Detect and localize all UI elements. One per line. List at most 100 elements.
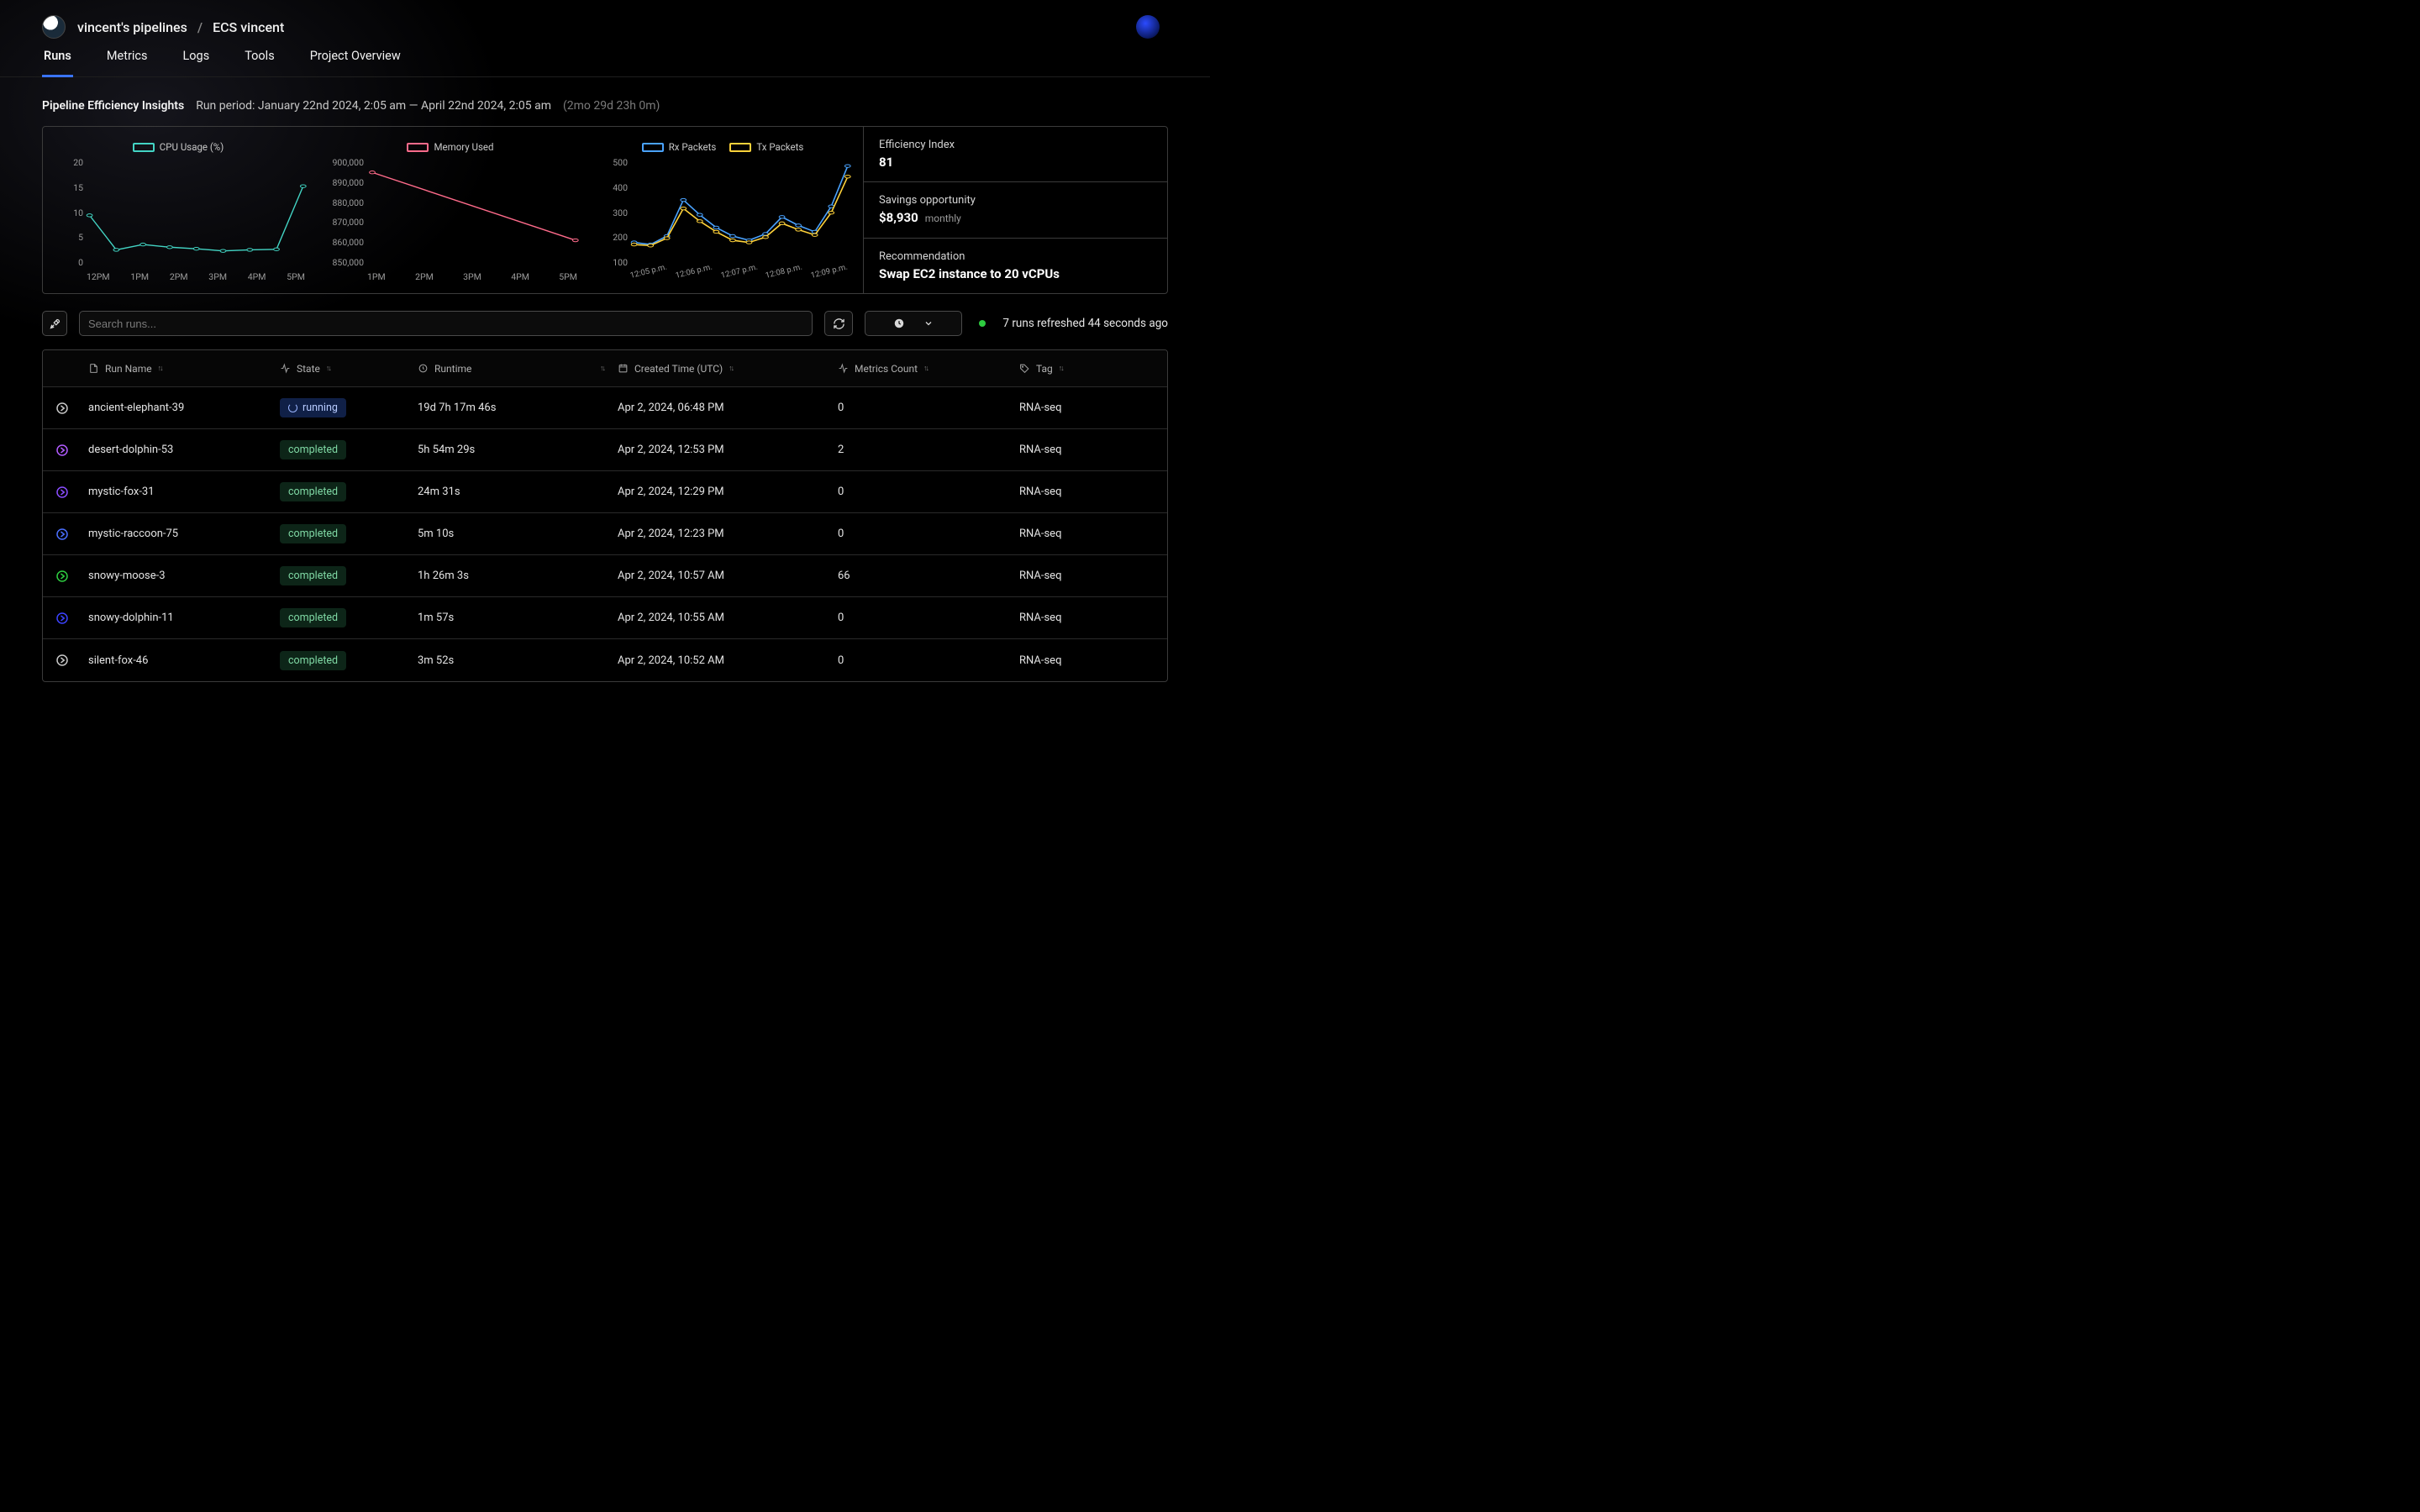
sort-icon: ↑↓ [600,364,604,373]
run-tag: RNA-seq [1019,444,1157,456]
table-row[interactable]: mystic-raccoon-75completed5m 10sApr 2, 2… [43,513,1167,555]
kpi-recommendation: Recommendation Swap EC2 instance to 20 v… [864,239,1167,293]
col-metrics[interactable]: Metrics Count↑↓ [838,363,1019,375]
run-metrics: 0 [838,654,1019,667]
status-badge: running [280,398,346,417]
tab-project-overview[interactable]: Project Overview [308,49,402,76]
run-name[interactable]: snowy-dolphin-11 [88,612,280,624]
wrench-icon [49,318,61,330]
legend-item: CPU Usage (%) [133,141,224,153]
kpi-savings-label: Savings opportunity [879,194,1152,207]
refresh-button[interactable] [824,311,853,336]
run-name[interactable]: mystic-raccoon-75 [88,528,280,540]
run-tag: RNA-seq [1019,486,1157,498]
run-created: Apr 2, 2024, 06:48 PM [618,402,838,414]
run-name[interactable]: desert-dolphin-53 [88,444,280,456]
insights-period: Run period: January 22nd 2024, 2:05 am —… [196,99,551,113]
tab-metrics[interactable]: Metrics [105,49,150,76]
legend-label: CPU Usage (%) [160,141,224,153]
assistant-orb-icon[interactable] [1136,15,1160,39]
tabs: Runs Metrics Logs Tools Project Overview [0,39,1210,77]
col-created[interactable]: Created Time (UTC)↑↓ [618,363,838,375]
col-run-name[interactable]: Run Name↑↓ [88,363,280,375]
table-row[interactable]: desert-dolphin-53completed 5h 54m 29sApr … [43,429,1167,471]
calendar-icon [618,363,629,374]
col-runtime[interactable]: Runtime↑↓ [418,363,618,375]
sort-icon: ↑↓ [729,364,733,373]
legend-swatch-icon [642,143,664,152]
breadcrumb: vincent's pipelines / ECS vincent [77,19,284,35]
run-metrics: 0 [838,402,1019,414]
run-created: Apr 2, 2024, 12:29 PM [618,486,838,498]
status-badge: completed [280,440,346,459]
table-row[interactable]: mystic-fox-31completed 24m 31sApr 2, 2024… [43,471,1167,513]
refresh-status-text: 7 runs refreshed 44 seconds ago [1002,317,1168,330]
run-created: Apr 2, 2024, 10:52 AM [618,654,838,667]
time-filter-dropdown[interactable] [865,311,962,336]
run-metrics: 0 [838,528,1019,540]
file-icon [88,363,99,374]
run-status-icon [55,485,70,500]
run-name[interactable]: ancient-elephant-39 [88,402,280,414]
kpi-efficiency-value: 81 [879,155,1152,170]
run-created: Apr 2, 2024, 12:23 PM [618,528,838,540]
status-badge: completed [280,482,346,501]
tab-tools[interactable]: Tools [243,49,276,76]
run-runtime: 24m 31s [418,486,618,498]
run-created: Apr 2, 2024, 12:53 PM [618,444,838,456]
tab-logs[interactable]: Logs [181,49,211,76]
run-tag: RNA-seq [1019,654,1157,667]
spinner-icon [288,403,297,412]
run-metrics: 0 [838,612,1019,624]
chevron-down-icon [923,318,934,328]
run-runtime: 1h 26m 3s [418,570,618,582]
run-runtime: 5h 54m 29s [418,444,618,456]
clock-icon [418,363,429,374]
activity-icon [280,363,291,374]
run-name[interactable]: mystic-fox-31 [88,486,280,498]
col-tag[interactable]: Tag↑↓ [1019,363,1157,375]
refresh-icon [833,318,845,330]
run-name[interactable]: silent-fox-46 [88,654,280,667]
breadcrumb-project[interactable]: ECS vincent [213,19,284,35]
legend-swatch-icon [729,143,751,152]
run-name[interactable]: snowy-moose-3 [88,570,280,582]
breadcrumb-owner[interactable]: vincent's pipelines [77,19,187,35]
legend-label: Rx Packets [669,141,717,153]
tools-button[interactable] [42,311,67,336]
table-row[interactable]: silent-fox-46completed3m 52sApr 2, 2024,… [43,639,1167,681]
table-header: Run Name↑↓ State↑↓ Runtime↑↓ Created Tim… [43,350,1167,387]
legend-label: Memory Used [434,141,493,153]
legend-swatch-icon [407,143,429,152]
kpi-recommendation-value: Swap EC2 instance to 20 vCPUs [879,266,1152,281]
insights-title: Pipeline Efficiency Insights [42,99,184,113]
search-input[interactable] [88,318,803,330]
table-row[interactable]: ancient-elephant-39running19d 7h 17m 46s… [43,387,1167,429]
run-tag: RNA-seq [1019,528,1157,540]
search-input-wrap[interactable] [79,311,813,336]
kpi-efficiency: Efficiency Index 81 [864,127,1167,182]
run-metrics: 66 [838,570,1019,582]
insights-duration: (2mo 29d 23h 0m) [563,99,660,113]
run-metrics: 2 [838,444,1019,456]
legend-swatch-icon [133,143,155,152]
legend-item: Memory Used [407,141,493,153]
insights-header: Pipeline Efficiency Insights Run period:… [0,77,1210,123]
legend-item: Tx Packets [729,141,803,153]
run-status-icon [55,527,70,542]
table-row[interactable]: snowy-dolphin-11completed1m 57sApr 2, 20… [43,597,1167,639]
chart-1: Memory Used900,000890,000880,000870,0008… [320,137,581,286]
status-badge: completed [280,524,346,543]
status-badge: completed [280,608,346,627]
avatar[interactable] [42,15,66,39]
run-tag: RNA-seq [1019,402,1157,414]
sort-icon: ↑↓ [1059,364,1063,373]
col-state[interactable]: State↑↓ [280,363,418,375]
run-runtime: 3m 52s [418,654,618,667]
kpi-savings: Savings opportunity $8,930monthly [864,182,1167,238]
legend-item: Rx Packets [642,141,717,153]
tab-runs[interactable]: Runs [42,49,73,77]
run-created: Apr 2, 2024, 10:55 AM [618,612,838,624]
table-row[interactable]: snowy-moose-3completed1h 26m 3sApr 2, 20… [43,555,1167,597]
run-status-icon [55,653,70,668]
